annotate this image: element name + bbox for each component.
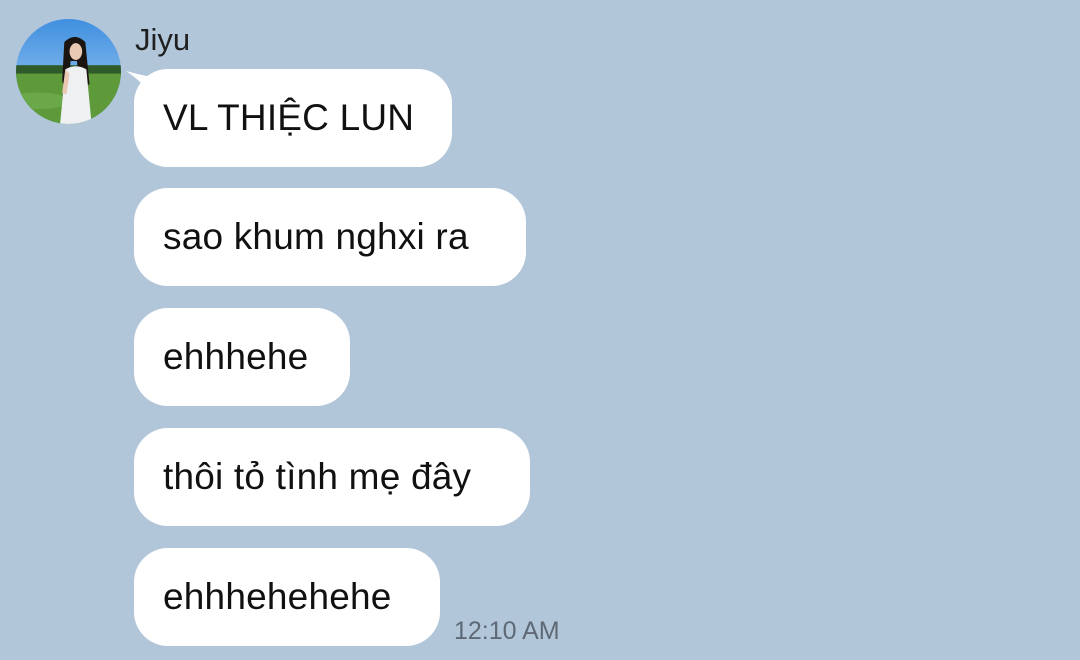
message-bubble[interactable]: VL THIỆC LUN	[134, 69, 452, 167]
message-bubble[interactable]: thôi tỏ tình mẹ đây	[134, 428, 530, 526]
sender-avatar[interactable]	[16, 19, 121, 124]
message-timestamp: 12:10 AM	[454, 617, 560, 645]
message-bubble[interactable]: ehhhehehehe	[134, 548, 440, 646]
message-bubble[interactable]: ehhhehe	[134, 308, 350, 406]
avatar-photo-icon	[16, 19, 121, 124]
message-text: sao khum nghxi ra	[163, 216, 469, 257]
message-text: ehhhehe	[163, 336, 309, 377]
sender-name: Jiyu	[135, 22, 191, 57]
message-text: ehhhehehehe	[163, 576, 392, 617]
message-text: VL THIỆC LUN	[163, 97, 415, 138]
message-bubble[interactable]: sao khum nghxi ra	[134, 188, 526, 286]
message-text: thôi tỏ tình mẹ đây	[163, 456, 472, 497]
